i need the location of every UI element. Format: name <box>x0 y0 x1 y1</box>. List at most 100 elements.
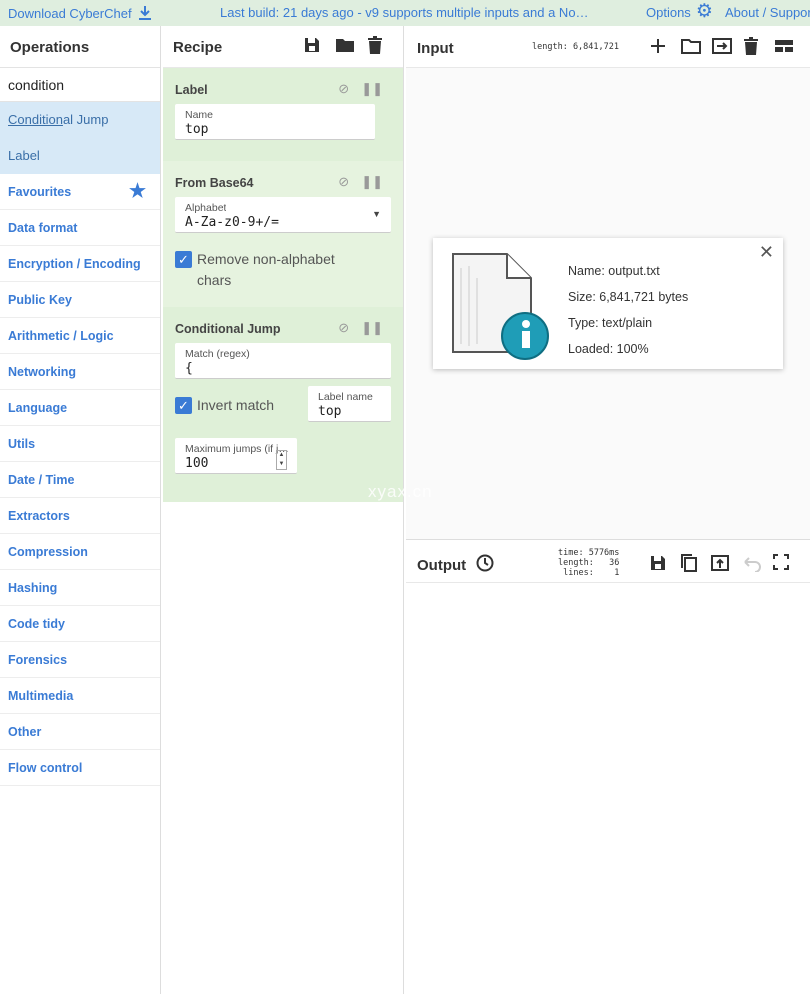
file-info-text: Name: output.txt Size: 6,841,721 bytes T… <box>568 258 688 362</box>
alphabet-select[interactable]: Alphabet A-Za-z0-9+/= ▼ <box>175 197 391 233</box>
output-pane[interactable]: Output time: 5776ms length: 36 lines: 1 <box>406 541 810 994</box>
field-value: { <box>185 361 193 376</box>
pause-icon[interactable]: ❚❚ <box>361 320 383 336</box>
category-encryption-encoding[interactable]: Encryption / Encoding <box>0 246 160 282</box>
category-favourites[interactable]: Favourites ★ <box>0 174 160 210</box>
open-file-icon[interactable] <box>712 37 732 55</box>
file-size: Size: 6,841,721 bytes <box>568 290 689 304</box>
folder-icon[interactable] <box>335 36 354 54</box>
pause-icon[interactable]: ❚❚ <box>361 174 383 190</box>
gear-icon: ⚙ <box>695 1 713 22</box>
category-extractors[interactable]: Extractors <box>0 498 160 534</box>
dropdown-arrow-icon: ▼ <box>372 209 381 219</box>
output-header: Output time: 5776ms length: 36 lines: 1 <box>406 541 810 583</box>
field-label: Match (regex) <box>185 348 250 360</box>
file-type: Type: text/plain <box>568 316 653 330</box>
field-label: Alphabet <box>185 202 227 214</box>
label-name-field[interactable]: Name top <box>175 104 375 140</box>
checkbox-checked-icon: ✓ <box>175 251 192 268</box>
clear-input-icon[interactable] <box>743 37 761 55</box>
result-rest: Label <box>8 148 40 163</box>
max-jumps-field[interactable]: Maximum jumps (if jumping backwards) 100… <box>175 438 297 474</box>
disable-icon[interactable]: ⊘ <box>338 81 349 97</box>
checkbox-label: Invert match <box>197 397 275 413</box>
reset-layout-icon[interactable] <box>774 37 793 55</box>
category-other[interactable]: Other <box>0 714 160 750</box>
top-banner: Download CyberChef Last build: 21 days a… <box>0 0 810 26</box>
input-pane[interactable]: Input length: 6,841,721 ✕ Name: output.t… <box>406 26 810 540</box>
category-forensics[interactable]: Forensics <box>0 642 160 678</box>
operations-pane: Operations condition Conditional Jump La… <box>0 26 161 994</box>
trash-icon[interactable] <box>367 36 385 54</box>
field-label: Label name <box>318 391 373 403</box>
build-notice[interactable]: Last build: 21 days ago - v9 supports mu… <box>220 5 592 20</box>
op-conditional-jump[interactable]: Conditional Jump ⊘ ❚❚ Match (regex) { ✓ I… <box>163 307 403 502</box>
category-label: Favourites <box>8 185 72 199</box>
label-name-field[interactable]: Label name top <box>308 386 391 422</box>
download-icon <box>138 5 152 21</box>
result-match: Condition <box>8 112 63 127</box>
category-hashing[interactable]: Hashing <box>0 570 160 606</box>
category-date-time[interactable]: Date / Time <box>0 462 160 498</box>
number-stepper[interactable]: ▲ ▼ <box>276 450 287 470</box>
clock-icon[interactable] <box>476 554 494 572</box>
category-compression[interactable]: Compression <box>0 534 160 570</box>
copy-icon[interactable] <box>680 554 698 572</box>
disable-icon[interactable]: ⊘ <box>338 320 349 336</box>
disable-icon[interactable]: ⊘ <box>338 174 349 190</box>
options-label: Options <box>646 4 691 20</box>
recipe-title: Recipe <box>173 39 223 56</box>
invert-match-checkbox[interactable]: ✓ Invert match <box>175 395 274 416</box>
category-multimedia[interactable]: Multimedia <box>0 678 160 714</box>
field-value: A-Za-z0-9+/= <box>185 215 279 230</box>
category-arithmetic-logic[interactable]: Arithmetic / Logic <box>0 318 160 354</box>
category-networking[interactable]: Networking <box>0 354 160 390</box>
file-name: Name: output.txt <box>568 264 660 278</box>
about-link[interactable]: About / Support <box>725 5 810 20</box>
field-value: 100 <box>185 456 209 471</box>
field-value: top <box>185 122 209 137</box>
save-output-icon[interactable] <box>649 554 667 572</box>
result-rest: al Jump <box>62 112 109 127</box>
op-from-base64[interactable]: From Base64 ⊘ ❚❚ Alphabet A-Za-z0-9+/= ▼ … <box>163 161 403 307</box>
file-loaded: Loaded: 100% <box>568 342 649 356</box>
category-flow-control[interactable]: Flow control <box>0 750 160 786</box>
search-result-label[interactable]: Label <box>0 138 160 174</box>
remove-non-alphabet-checkbox[interactable]: ✓ Remove non-alphabet chars <box>175 249 345 291</box>
field-value: top <box>318 404 342 419</box>
undo-icon[interactable] <box>742 554 761 573</box>
operations-search-input[interactable]: condition <box>0 68 160 102</box>
options-link[interactable]: Options ⚙ <box>646 1 713 22</box>
field-label: Name <box>185 109 214 121</box>
watermark: xyax.cn <box>368 482 433 501</box>
recipe-pane: Recipe Label ⊘ ❚❚ Name top From Base64 ⊘ ❚… <box>163 26 404 994</box>
match-regex-field[interactable]: Match (regex) { <box>175 343 391 379</box>
add-tab-icon[interactable] <box>650 37 668 55</box>
category-data-format[interactable]: Data format <box>0 210 160 246</box>
operations-title: Operations <box>0 26 160 68</box>
category-utils[interactable]: Utils <box>0 426 160 462</box>
move-to-input-icon[interactable] <box>711 554 729 572</box>
op-label[interactable]: Label ⊘ ❚❚ Name top <box>163 68 403 161</box>
pause-icon[interactable]: ❚❚ <box>361 81 383 97</box>
input-header: Input length: 6,841,721 <box>406 26 810 68</box>
recipe-header: Recipe <box>163 26 403 68</box>
file-details-card: ✕ Name: output.txt Size: 6,841,721 bytes… <box>433 238 783 369</box>
close-icon[interactable]: ✕ <box>759 242 774 263</box>
maximise-icon[interactable] <box>773 554 791 572</box>
star-icon: ★ <box>128 181 146 202</box>
category-code-tidy[interactable]: Code tidy <box>0 606 160 642</box>
file-info-icon <box>447 248 557 360</box>
output-title: Output <box>417 557 467 574</box>
download-link[interactable]: Download CyberChef <box>8 5 152 21</box>
search-result-conditional-jump[interactable]: Conditional Jump <box>0 102 160 138</box>
category-public-key[interactable]: Public Key <box>0 282 160 318</box>
download-label: Download CyberChef <box>8 5 132 21</box>
input-title: Input <box>417 40 454 57</box>
input-length-stat: length: 6,841,721 <box>532 42 619 52</box>
open-folder-icon[interactable] <box>681 37 701 55</box>
checkbox-checked-icon: ✓ <box>175 397 192 414</box>
category-language[interactable]: Language <box>0 390 160 426</box>
output-stats: time: 5776ms length: 36 lines: 1 <box>558 548 620 578</box>
save-icon[interactable] <box>303 36 321 54</box>
